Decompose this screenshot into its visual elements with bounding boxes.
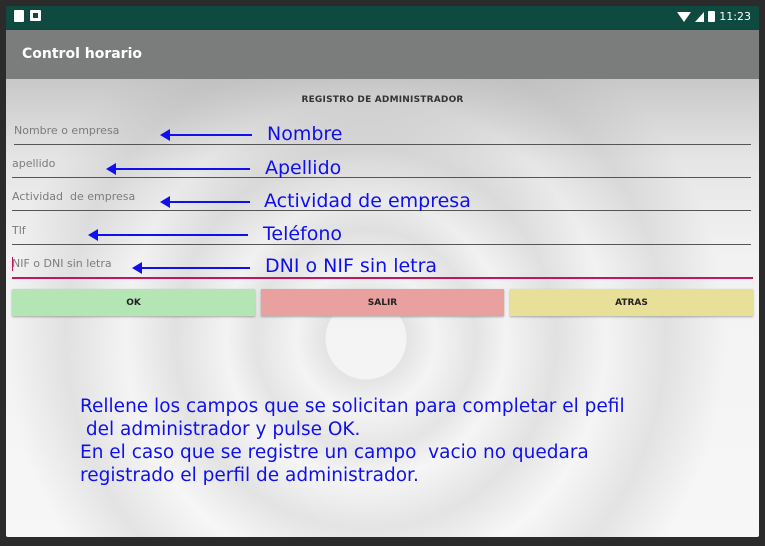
phone-input[interactable] (12, 216, 751, 245)
name-field-wrapper (14, 116, 751, 146)
notification-icon-2 (30, 10, 41, 21)
device-screen: 11:23 Control horario REGISTRO DE ADMINI… (6, 6, 759, 537)
annotation-arrow-telefono (88, 229, 248, 241)
exit-button[interactable]: SALIR (261, 289, 504, 316)
instructions-line: En el caso que se registre un campo vaci… (80, 442, 589, 463)
annotation-apellido: Apellido (265, 157, 342, 179)
surname-field-wrapper (12, 149, 751, 179)
name-input[interactable] (14, 116, 751, 145)
signal-icon (695, 11, 705, 22)
phone-field-wrapper (12, 216, 751, 246)
annotation-dni: DNI o NIF sin letra (265, 255, 438, 277)
text-cursor (12, 257, 13, 271)
app-bar: Control horario (6, 30, 759, 79)
annotation-arrow-apellido (106, 163, 250, 175)
instructions-line: del administrador y pulse OK. (80, 419, 361, 440)
annotation-arrow-actividad (160, 196, 250, 208)
main-content: REGISTRO DE ADMINISTRADOR Nombre Apellid… (6, 79, 759, 537)
notification-icon (14, 10, 24, 22)
section-title: REGISTRO DE ADMINISTRADOR (301, 95, 464, 105)
battery-icon (708, 11, 716, 22)
annotation-actividad: Actividad de empresa (264, 190, 471, 212)
annotation-nombre: Nombre (267, 123, 343, 145)
app-title: Control horario (22, 46, 143, 62)
annotation-telefono: Teléfono (263, 223, 343, 245)
back-button[interactable]: ATRAS (510, 289, 753, 316)
status-time: 11:23 (719, 10, 751, 23)
instructions-text: Rellene los campos que se solicitan para… (80, 395, 740, 487)
status-left (14, 10, 41, 22)
ok-button[interactable]: OK (12, 289, 255, 316)
wifi-icon (677, 11, 692, 22)
annotation-arrow-dni (132, 262, 250, 274)
status-right: 11:23 (677, 10, 751, 23)
instructions-line: registrado el perfil de administrador. (80, 465, 419, 486)
annotation-arrow-nombre (160, 129, 252, 141)
instructions-line: Rellene los campos que se solicitan para… (80, 396, 625, 417)
surname-input[interactable] (12, 149, 751, 178)
status-bar: 11:23 (6, 6, 759, 30)
